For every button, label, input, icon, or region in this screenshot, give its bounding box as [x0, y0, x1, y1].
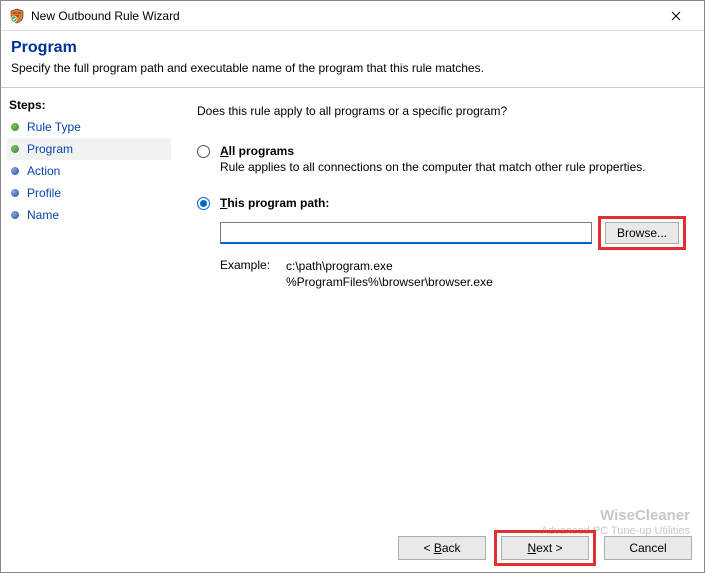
example-line: c:\path\program.exe	[286, 258, 493, 274]
option-body: This program path: Browse... Example: c:…	[220, 196, 686, 290]
example-lines: c:\path\program.exe %ProgramFiles%\brows…	[286, 258, 493, 290]
steps-heading: Steps:	[7, 98, 171, 112]
step-bullet-icon	[11, 167, 19, 175]
example-block: Example: c:\path\program.exe %ProgramFil…	[220, 258, 686, 290]
page-subtitle: Specify the full program path and execut…	[11, 61, 694, 75]
step-name[interactable]: Name	[7, 204, 171, 226]
title-bar: New Outbound Rule Wizard	[1, 1, 704, 31]
program-option-group: All programs Rule applies to all connect…	[197, 144, 686, 290]
wizard-footer: < Back Next > Cancel	[398, 530, 692, 566]
wizard-window: New Outbound Rule Wizard Program Specify…	[0, 0, 705, 573]
browse-highlight: Browse...	[598, 216, 686, 250]
wizard-content: Does this rule apply to all programs or …	[175, 88, 704, 572]
program-path-input[interactable]	[220, 222, 592, 244]
step-bullet-icon	[11, 211, 19, 219]
option-description: Rule applies to all connections on the c…	[220, 160, 686, 174]
window-title: New Outbound Rule Wizard	[31, 9, 656, 23]
back-button[interactable]: < Back	[398, 536, 486, 560]
step-profile[interactable]: Profile	[7, 182, 171, 204]
wizard-body: Steps: Rule Type Program Action Profile …	[1, 88, 704, 572]
step-label: Profile	[27, 186, 61, 200]
option-label: All programs	[220, 144, 686, 158]
step-label: Action	[27, 164, 60, 178]
option-label: This program path:	[220, 196, 686, 210]
steps-sidebar: Steps: Rule Type Program Action Profile …	[1, 88, 175, 572]
next-highlight: Next >	[494, 530, 596, 566]
step-bullet-icon	[11, 145, 19, 153]
browse-button[interactable]: Browse...	[605, 222, 679, 244]
step-action[interactable]: Action	[7, 160, 171, 182]
page-title: Program	[11, 39, 694, 57]
step-rule-type[interactable]: Rule Type	[7, 116, 171, 138]
example-line: %ProgramFiles%\browser\browser.exe	[286, 274, 493, 290]
radio-all-programs[interactable]	[197, 145, 210, 158]
radio-this-program-path[interactable]	[197, 197, 210, 210]
program-path-row: Browse...	[220, 216, 686, 250]
watermark-brand: WiseCleaner	[541, 507, 690, 525]
step-label: Name	[27, 208, 59, 222]
firewall-icon	[9, 8, 25, 24]
step-bullet-icon	[11, 123, 19, 131]
next-button[interactable]: Next >	[501, 536, 589, 560]
option-all-programs[interactable]: All programs Rule applies to all connect…	[197, 144, 686, 174]
step-program[interactable]: Program	[7, 138, 171, 160]
close-icon	[671, 11, 681, 21]
option-this-program-path[interactable]: This program path: Browse... Example: c:…	[197, 196, 686, 290]
example-label: Example:	[220, 258, 286, 290]
close-button[interactable]	[656, 2, 696, 30]
step-label: Program	[27, 142, 73, 156]
wizard-header: Program Specify the full program path an…	[1, 31, 704, 88]
cancel-button[interactable]: Cancel	[604, 536, 692, 560]
question-text: Does this rule apply to all programs or …	[197, 104, 686, 118]
step-bullet-icon	[11, 189, 19, 197]
option-body: All programs Rule applies to all connect…	[220, 144, 686, 174]
step-label: Rule Type	[27, 120, 81, 134]
